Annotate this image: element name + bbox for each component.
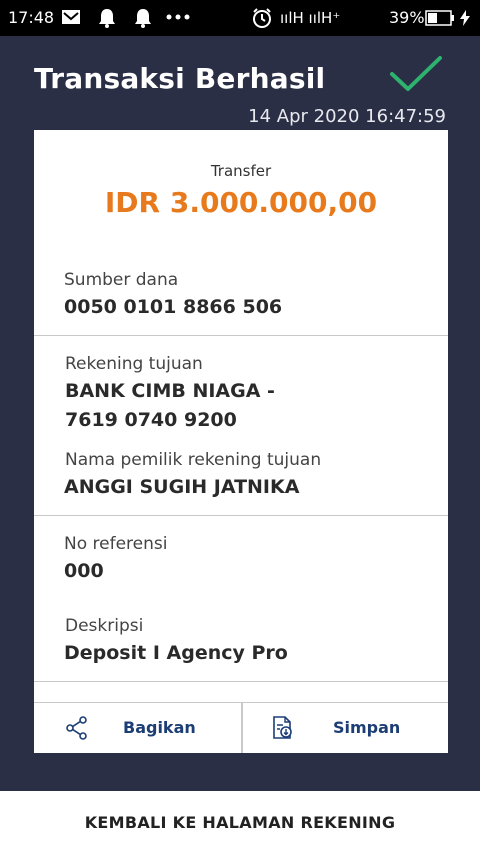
divider	[34, 681, 448, 682]
checkmark-icon	[390, 56, 442, 91]
status-time: 17:48	[8, 8, 55, 27]
destination-label: Rekening tujuan	[65, 354, 203, 374]
destination-account: 7619 0740 9200	[65, 409, 237, 431]
save-document-icon	[273, 716, 292, 739]
share-button[interactable]: Bagikan	[34, 702, 241, 753]
save-button[interactable]: Simpan	[243, 702, 450, 753]
destination-bank: BANK CIMB NIAGA -	[65, 380, 275, 402]
reference-label: No referensi	[64, 534, 168, 554]
source-account: 0050 0101 8866 506	[64, 296, 283, 318]
save-label: Simpan	[333, 718, 401, 737]
alarm-icon	[253, 8, 271, 28]
owner-label: Nama pemilik rekening tujuan	[65, 450, 322, 470]
status-bar: 17:48 ıılH ıılH⁺ 39%	[0, 0, 480, 36]
owner-name: ANGGI SUGIH JATNIKA	[64, 476, 300, 498]
back-to-account-button[interactable]: KEMBALI KE HALAMAN REKENING	[0, 791, 480, 854]
battery-icon	[425, 10, 454, 26]
transaction-datetime: 14 Apr 2020 16:47:59	[248, 106, 446, 127]
back-to-account-label: KEMBALI KE HALAMAN REKENING	[84, 813, 396, 832]
receipt-card: Transfer IDR 3.000.000,00 Sumber dana 00…	[34, 130, 448, 753]
share-label: Bagikan	[123, 718, 196, 737]
more-dots-icon	[166, 14, 190, 20]
share-icon	[66, 716, 87, 740]
divider	[34, 335, 448, 336]
description-label: Deskripsi	[65, 616, 144, 636]
page-title: Transaksi Berhasil	[34, 62, 326, 95]
reference-number: 000	[64, 560, 104, 582]
battery-percent: 39%	[389, 8, 425, 27]
charging-icon	[460, 10, 470, 26]
divider	[34, 515, 448, 516]
transaction-type: Transfer	[210, 162, 272, 180]
signal-icon: ıılH ıılH⁺	[280, 9, 341, 27]
description-value: Deposit I Agency Pro	[64, 642, 288, 664]
transaction-amount: IDR 3.000.000,00	[104, 186, 378, 219]
bell-icon	[99, 9, 115, 28]
bell-icon	[135, 9, 151, 28]
source-label: Sumber dana	[64, 270, 179, 290]
mail-icon	[62, 10, 80, 24]
